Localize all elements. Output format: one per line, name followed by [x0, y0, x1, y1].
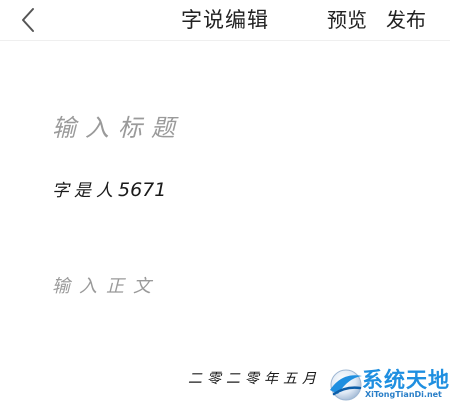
watermark-site: XiTongTianDi.net	[365, 390, 442, 399]
preview-button[interactable]: 预览	[327, 4, 367, 33]
editor-page: 字说编辑 预览 发布 输入标题 字是人5671 输入正文 二零二零年五月 系统天…	[0, 0, 450, 406]
date-text: 二零二零年五月	[188, 371, 321, 387]
title-input[interactable]: 输入标题	[52, 108, 184, 143]
site-watermark: 系统天地 XiTongTianDi.net	[326, 362, 450, 406]
body-input[interactable]: 输入正文	[52, 272, 160, 298]
author-label: 字是人	[52, 181, 118, 201]
publish-button[interactable]: 发布	[386, 4, 426, 33]
author-signature[interactable]: 字是人5671	[52, 176, 166, 201]
page-title: 字说编辑	[181, 8, 269, 32]
globe-swoosh-icon	[330, 369, 362, 401]
author-number: 5671	[118, 179, 167, 201]
top-navigation-bar: 字说编辑 预览 发布	[0, 0, 450, 41]
